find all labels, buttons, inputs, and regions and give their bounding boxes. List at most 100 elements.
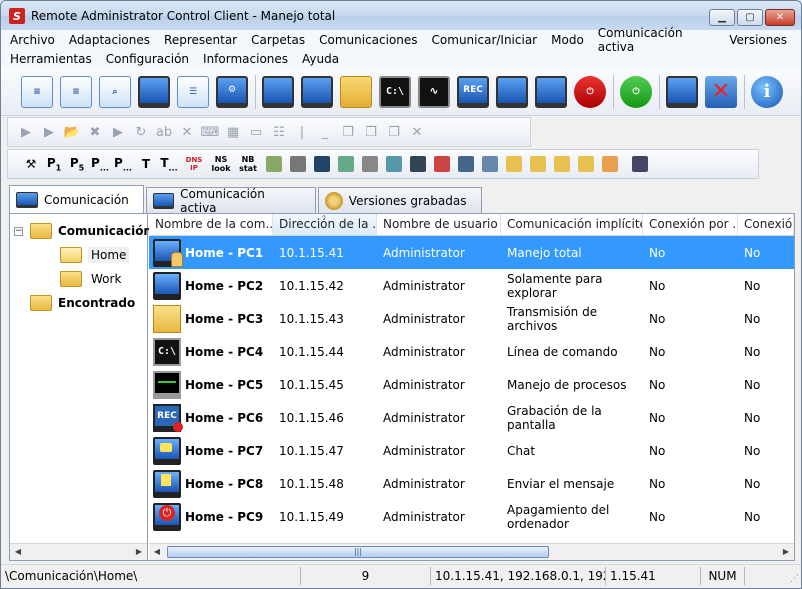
tile-icon[interactable]: ❐ (384, 125, 404, 140)
restore-icon[interactable]: ❐ (338, 125, 358, 140)
terminal-icon[interactable] (410, 156, 426, 172)
menu-item[interactable]: Carpetas (251, 33, 305, 47)
scroll-right-arrow[interactable]: ▶ (778, 544, 794, 560)
details-view-icon[interactable]: ☷ (269, 125, 289, 140)
close-all-icon[interactable]: ✕ (407, 125, 427, 140)
users-icon[interactable] (362, 156, 378, 172)
trace-button[interactable]: T (135, 157, 157, 171)
list-view-icon[interactable]: ▭ (246, 125, 266, 140)
open-list-icon[interactable]: ≡ (60, 75, 92, 108)
resize-grip-icon[interactable]: ⋰ (790, 574, 799, 584)
menu-item[interactable]: Comunicar/Iniciar (432, 33, 538, 47)
menu-item[interactable]: Modo (551, 33, 584, 47)
tree-horizontal-scrollbar[interactable]: ◀ ▶ (10, 543, 147, 560)
rename-icon[interactable]: ab (154, 125, 174, 140)
wake-on-lan-icon[interactable]: ⏻ (620, 75, 652, 108)
menu-item[interactable]: Comunicaciones (319, 33, 417, 47)
network-icon[interactable] (338, 156, 354, 172)
column-header[interactable]: ⌃ Dirección de la ... (273, 214, 377, 235)
tree-item-comunicacion[interactable]: Comunicación (30, 220, 152, 242)
tools-icon[interactable]: ⚒ (20, 157, 42, 171)
properties-icon[interactable]: ☰ (177, 75, 209, 108)
file-transfer-icon[interactable] (340, 75, 372, 108)
ping-1-button[interactable]: P1 (43, 156, 65, 172)
menu-item[interactable]: Archivo (10, 33, 55, 47)
refresh-icon[interactable]: ↻ (131, 125, 151, 140)
close-button[interactable]: ✕ (765, 9, 795, 26)
utility-1-icon[interactable] (266, 156, 282, 172)
folder-e-icon[interactable] (554, 156, 570, 172)
disk-icon[interactable] (482, 156, 498, 172)
view-only-icon[interactable] (301, 75, 333, 108)
nb-stat-button[interactable]: NB stat (235, 155, 261, 173)
table-row[interactable]: C:\ Home - PC4 10.1.15.44 Administrator Líne… (149, 335, 794, 368)
column-header[interactable]: Nombre de la com... (149, 214, 273, 235)
scroll-left-arrow[interactable]: ◀ (149, 544, 165, 560)
new-connection-icon[interactable]: ≡ (21, 75, 53, 108)
cascade-icon[interactable]: ❐ (361, 125, 381, 140)
table-row[interactable]: Home - PC1 10.1.15.41 Administrator Manejo … (149, 236, 794, 269)
screen-record-icon[interactable]: REC (457, 75, 489, 108)
scroll-thumb[interactable]: ||| (167, 546, 549, 558)
folder-tree[interactable]: − Comunicación Home Work Encontrado ◀ ▶ (10, 214, 152, 560)
play-icon[interactable]: ▶ (16, 125, 36, 140)
gear-icon[interactable] (290, 156, 306, 172)
table-row[interactable]: Home - PC5 10.1.15.45 Administrator Manejo … (149, 368, 794, 401)
tree-item-encontrado[interactable]: Encontrado (30, 292, 135, 314)
menu-item[interactable]: Comunicación activa (598, 26, 715, 54)
open-folder-icon[interactable]: 📂 (62, 125, 82, 140)
info-icon[interactable]: i (751, 75, 783, 108)
disconnect-icon[interactable]: ✕ (705, 75, 737, 108)
exchange-icon[interactable] (632, 156, 648, 172)
network-scan-icon[interactable] (138, 75, 170, 108)
connect-icon[interactable] (666, 75, 698, 108)
column-header[interactable]: Comunicación implícite (501, 214, 643, 235)
trace-extended-button[interactable]: T... (158, 156, 180, 172)
computer-icon[interactable] (314, 156, 330, 172)
ns-lookup-button[interactable]: NS look (208, 155, 234, 173)
chat-icon[interactable] (496, 75, 528, 108)
play-selected-icon[interactable]: ▶ (108, 125, 128, 140)
folder-delete-icon[interactable] (602, 156, 618, 172)
large-icons-view-icon[interactable]: ▦ (223, 125, 243, 140)
scroll-right-arrow[interactable]: ▶ (131, 544, 147, 560)
scroll-left-arrow[interactable]: ◀ (10, 544, 26, 560)
menu-item[interactable]: Configuración (106, 52, 189, 66)
column-header[interactable]: Nombre de usuario (377, 214, 501, 235)
menu-item[interactable]: Informaciones (203, 52, 288, 66)
ping-5-button[interactable]: P5 (66, 156, 88, 172)
maximize-button[interactable]: ▢ (737, 9, 763, 26)
menu-item[interactable]: Ayuda (302, 52, 339, 66)
collapse-toggle[interactable]: − (14, 227, 23, 236)
settings-monitor-icon[interactable]: ⚙ (216, 75, 248, 108)
keyboard-icon[interactable]: ⌨ (200, 125, 220, 140)
minimize-button[interactable]: ▁ (709, 9, 735, 26)
full-control-icon[interactable] (262, 75, 294, 108)
folder-d-icon[interactable] (530, 156, 546, 172)
tab-comunicacion[interactable]: Comunicación (9, 185, 144, 213)
process-manager-icon[interactable]: ∿ (418, 75, 450, 108)
tree-item-work[interactable]: Work (60, 268, 124, 290)
table-row[interactable]: Home - PC9 10.1.15.49 Administrator Apagami… (149, 500, 794, 533)
menu-item[interactable]: Versiones (729, 33, 787, 47)
shutdown-icon[interactable] (434, 156, 450, 172)
dns-ip-button[interactable]: DNS IP (181, 156, 207, 172)
table-row[interactable]: Home - PC7 10.1.15.47 Administrator Chat No N… (149, 434, 794, 467)
command-line-icon[interactable]: C:\ (379, 75, 411, 108)
column-header[interactable]: Conexión por ... (643, 214, 738, 235)
ping-extended-button[interactable]: P... (89, 156, 111, 172)
folder-more-icon[interactable] (578, 156, 594, 172)
table-row[interactable]: REC Home - PC6 10.1.15.46 Administrator Grab… (149, 401, 794, 434)
menu-item[interactable]: Herramientas (10, 52, 92, 66)
delete-icon[interactable]: ✖ (85, 125, 105, 140)
search-list-icon[interactable]: ⌕ (99, 75, 131, 108)
monitor-small-icon[interactable] (458, 156, 474, 172)
column-header[interactable]: Conexiór (738, 214, 794, 235)
table-row[interactable]: Home - PC8 10.1.15.48 Administrator Enviar … (149, 467, 794, 500)
play-next-icon[interactable]: ▶ (39, 125, 59, 140)
remove-icon[interactable]: ✕ (177, 125, 197, 140)
services-icon[interactable] (386, 156, 402, 172)
minimize-all-icon[interactable]: _ (315, 125, 335, 140)
power-off-icon[interactable]: ⏻ (574, 75, 606, 108)
send-message-icon[interactable] (535, 75, 567, 108)
